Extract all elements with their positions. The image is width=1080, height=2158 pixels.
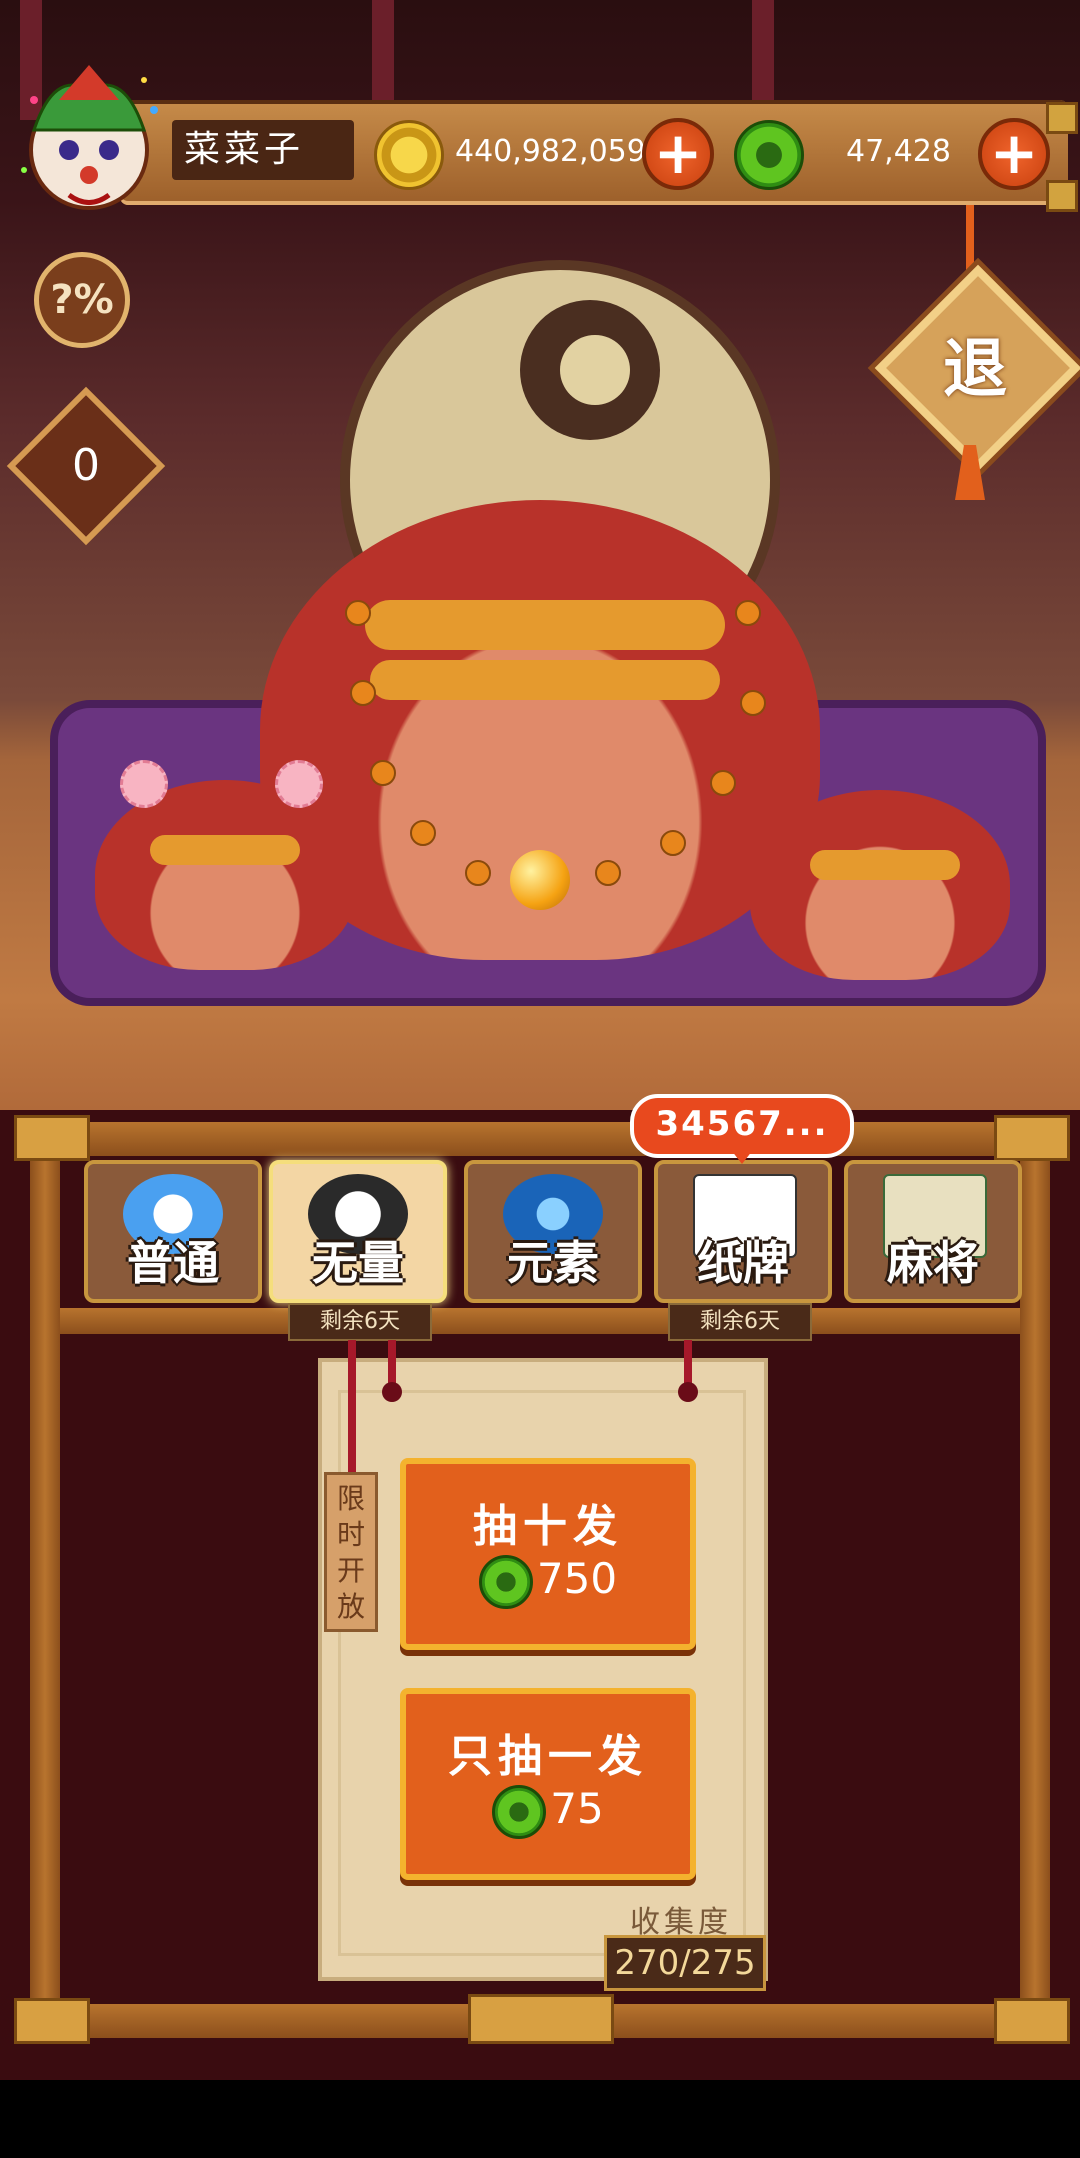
bead <box>735 600 761 626</box>
tab-label: 纸牌 <box>697 1236 789 1290</box>
jade-coin-icon <box>478 1554 533 1609</box>
tab-normal[interactable]: 普通 <box>84 1160 262 1303</box>
jade-coin-icon <box>734 120 804 190</box>
bead <box>345 600 371 626</box>
bubble-tail <box>728 1146 756 1164</box>
limited-time-tag: 限 时 开 放 <box>324 1472 378 1632</box>
toad-shrine-scene: 菜菜子 440,982,059 + 47,428 + ?% 0 退 <box>0 0 1080 1110</box>
bead <box>465 860 491 886</box>
frame-bolt <box>994 1115 1070 1161</box>
bead <box>410 820 436 846</box>
toad-lip <box>150 835 300 865</box>
frame-mid-rail <box>50 1308 1040 1334</box>
tag-char: 限 <box>336 1482 365 1515</box>
draw-ten-button[interactable]: 抽十发 750 <box>400 1458 696 1650</box>
add-gold-button[interactable]: + <box>642 118 714 190</box>
jester-avatar-icon[interactable] <box>14 60 164 220</box>
tab-label: 元素 <box>507 1236 599 1290</box>
jade-amount: 47,428 <box>846 134 951 169</box>
frame-top-rail <box>30 1122 1050 1156</box>
add-jade-button[interactable]: + <box>978 118 1050 190</box>
draw-ten-label: 抽十发 <box>473 1501 623 1552</box>
gold-coin-icon <box>374 120 444 190</box>
bead <box>370 760 396 786</box>
player-name: 菜菜子 <box>172 120 354 180</box>
toad-lip <box>810 850 960 880</box>
string-knot <box>382 1382 402 1402</box>
golden-pearl <box>510 850 570 910</box>
bead <box>710 770 736 796</box>
frame-center-clasp <box>468 1994 614 2044</box>
toad-lip <box>370 660 720 700</box>
draw-one-label: 只抽一发 <box>448 1731 648 1782</box>
tag-char: 开 <box>336 1554 365 1587</box>
draw-one-button[interactable]: 只抽一发 75 <box>400 1688 696 1880</box>
tab-label: 普通 <box>127 1236 219 1290</box>
odds-button[interactable]: ?% <box>34 252 130 348</box>
small-toad-left <box>95 780 355 970</box>
string-knot <box>678 1382 698 1402</box>
frame-bolt <box>14 1115 90 1161</box>
tab-wuliang[interactable]: 无量 <box>269 1160 447 1303</box>
draw-ten-cost: 750 <box>406 1554 690 1609</box>
flower-icon <box>275 760 323 808</box>
tag-char: 时 <box>336 1518 365 1551</box>
hanging-string <box>348 1340 356 1480</box>
yin-yang-dot <box>560 335 630 405</box>
flower-icon <box>120 760 168 808</box>
draw-ten-cost-value: 750 <box>536 1554 618 1603</box>
tab-label: 无量 <box>312 1236 404 1290</box>
frame-bolt <box>994 1998 1070 2044</box>
draw-one-cost: 75 <box>406 1784 690 1839</box>
tab-label: 麻将 <box>887 1236 979 1290</box>
bar-corner <box>1046 102 1078 134</box>
tag-char: 放 <box>336 1590 365 1623</box>
draw-one-cost-value: 75 <box>550 1784 604 1833</box>
bead <box>595 860 621 886</box>
collection-value: 270/275 <box>604 1935 766 1991</box>
bar-corner <box>1046 180 1078 212</box>
tab-element[interactable]: 元素 <box>464 1160 642 1303</box>
small-toad-right <box>750 790 1010 980</box>
bead <box>350 680 376 706</box>
tab-remaining-days: 剩余6天 <box>288 1303 432 1341</box>
bead <box>740 690 766 716</box>
frame-left-post <box>30 1150 60 2010</box>
jade-coin-icon <box>492 1784 547 1839</box>
counter-value: 0 <box>72 440 100 491</box>
frame-right-post <box>1020 1150 1050 2010</box>
exit-icon[interactable]: 退 <box>900 295 1050 445</box>
gold-amount: 440,982,059 <box>455 134 646 169</box>
tab-cards[interactable]: 纸牌 <box>654 1160 832 1303</box>
bead <box>660 830 686 856</box>
tab-remaining-days: 剩余6天 <box>668 1303 812 1341</box>
frame-bolt <box>14 1998 90 2044</box>
tab-mahjong[interactable]: 麻将 <box>844 1160 1022 1303</box>
toad-lip <box>365 600 725 650</box>
